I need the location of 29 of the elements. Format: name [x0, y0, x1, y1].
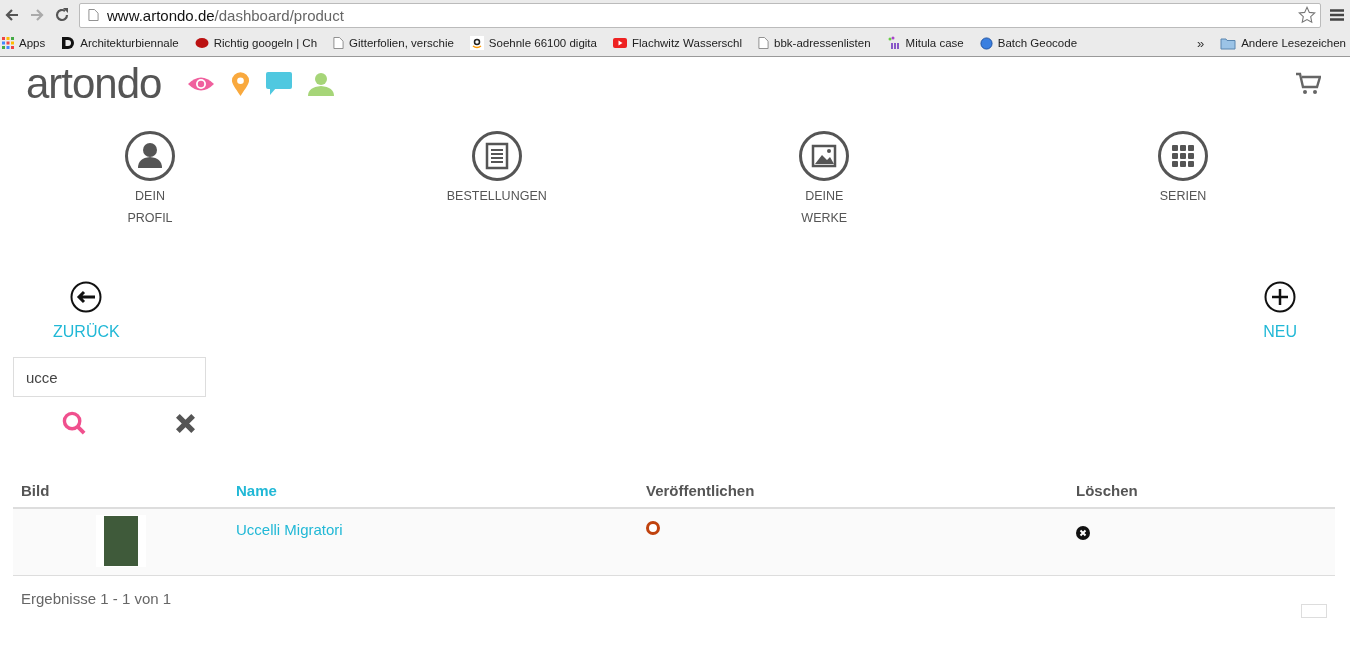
bookmark-item[interactable]: Architekturbiennale	[61, 36, 179, 50]
bookmark-folder[interactable]: Andere Lesezeichen	[1220, 36, 1346, 50]
column-header[interactable]: Bild	[21, 482, 50, 499]
column-header[interactable]: Veröffentlichen	[646, 482, 755, 499]
url-text: www.artondo.de/dashboard/product	[107, 6, 345, 24]
nav-link[interactable]: SERIEN	[1158, 131, 1208, 229]
nav-label: DEINE	[805, 188, 844, 205]
nav-link[interactable]: DEIN PROFIL	[125, 131, 175, 229]
bookmark-item[interactable]: Richtig googeln | Ch	[194, 36, 318, 50]
nav-label: SERIEN	[1159, 188, 1207, 205]
bookmark-item[interactable]: Batch Geocode	[979, 36, 1078, 50]
bookmark-item[interactable]: Apps	[2, 37, 46, 49]
nav-label: DEIN	[135, 188, 165, 205]
bookmark-item[interactable]: Flachwitz Wasserschl	[612, 37, 743, 49]
site-logo[interactable]: artondo	[26, 63, 162, 105]
nav-link[interactable]: DEINE WERKE	[799, 131, 850, 229]
bookmark-item[interactable]: Gitterfolien, verschie	[333, 36, 454, 50]
bookmark-item[interactable]: Soehnle 66100 digita	[469, 36, 597, 50]
search-field[interactable]: ucce	[13, 357, 206, 397]
nav-label: BESTELLUNGEN	[446, 188, 547, 205]
bookmark-item[interactable]: Mitula case	[886, 36, 964, 50]
nav-label: PROFIL	[127, 210, 173, 227]
nav-link[interactable]: BESTELLUNGEN	[446, 131, 547, 229]
bookmark-item[interactable]: bbk-adressenlisten	[758, 36, 871, 50]
bookmarks-overflow[interactable]: »	[1196, 35, 1205, 51]
nav-label: WERKE	[801, 210, 848, 227]
column-header[interactable]: Löschen	[1076, 482, 1138, 499]
results-count: Ergebnisse 1 - 1 von 1	[21, 590, 172, 607]
address-bar[interactable]: www.artondo.de/dashboard/product	[79, 2, 1321, 28]
